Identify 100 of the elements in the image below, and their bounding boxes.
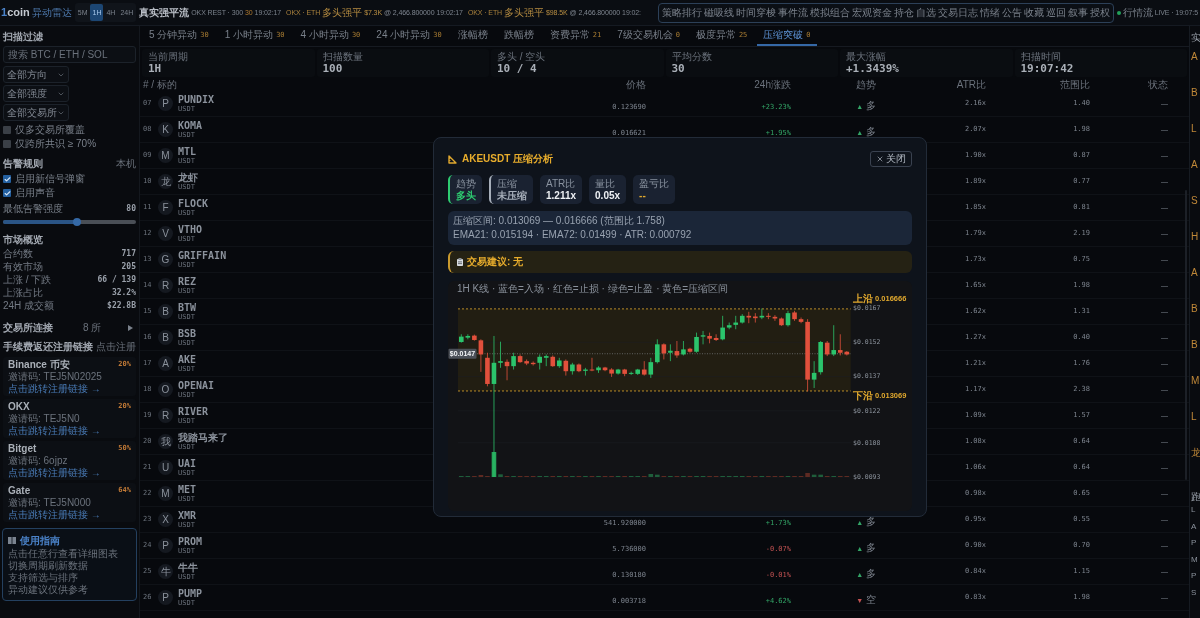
panel-item[interactable]: P: [1191, 538, 1200, 555]
nav-link[interactable]: 宏观资金: [851, 7, 892, 18]
stat-label: 24H 成交额: [3, 300, 55, 311]
checkbox[interactable]: [3, 175, 11, 183]
panel-item[interactable]: L: [1191, 411, 1200, 447]
panel-item[interactable]: L: [1191, 123, 1200, 159]
stat-label: 最大涨幅: [846, 50, 887, 62]
nav-link[interactable]: 磁吸线: [703, 7, 734, 18]
checkbox[interactable]: [3, 189, 11, 197]
panel-item[interactable]: B: [1191, 339, 1200, 375]
tab[interactable]: 跌幅榜: [497, 26, 540, 46]
nav-link[interactable]: 持仓: [893, 7, 914, 18]
metric-label: 趋势: [456, 177, 476, 189]
coin-symbol: XMR: [178, 510, 197, 521]
nav-link[interactable]: 叙事: [1067, 7, 1088, 18]
coin-symbol: FLOCK: [178, 198, 209, 209]
coin-avatar: G: [158, 252, 173, 267]
register-link[interactable]: 点击跳转注册链接 →: [8, 467, 131, 478]
stat-label: 上涨 / 下跌: [3, 274, 52, 285]
dialog-title: AKEUSDT 压缩分析: [462, 154, 554, 164]
panel-heading: 跑: [1191, 491, 1200, 502]
coin-avatar: P: [158, 538, 173, 553]
coin-symbol: AKE: [178, 354, 197, 365]
panel-item[interactable]: A: [1191, 267, 1200, 303]
coin-symbol: 牛牛: [178, 562, 198, 573]
checkbox[interactable]: [3, 126, 11, 134]
coin-symbol: UAI: [178, 458, 197, 469]
coin-symbol: GRIFFAIN: [178, 250, 227, 261]
coin-avatar: X: [158, 512, 173, 527]
column-header: 范围比: [1059, 80, 1090, 90]
ticker-title: 真实强平流: [139, 7, 190, 18]
dropdown[interactable]: 全部强度: [3, 85, 69, 102]
stat-value: 32.2%: [111, 288, 136, 297]
caret-right-icon[interactable]: [128, 325, 133, 331]
slider-thumb[interactable]: [73, 218, 82, 226]
coin-symbol: BTW: [178, 302, 197, 313]
panel-item[interactable]: H: [1191, 231, 1200, 267]
dropdown[interactable]: 全部方向: [3, 66, 69, 83]
section-title: 交易所连接: [3, 323, 53, 333]
coin-symbol: OPENAI: [178, 380, 215, 391]
panel-item[interactable]: S: [1191, 587, 1200, 604]
threshold-value: 80: [126, 205, 136, 213]
panel-item[interactable]: A: [1191, 51, 1200, 87]
nav-link[interactable]: 时间穿梭: [735, 7, 776, 18]
panel-item[interactable]: S: [1191, 195, 1200, 231]
nav-link[interactable]: 策略排行: [661, 7, 702, 18]
register-link[interactable]: 点击跳转注册链接 →: [8, 509, 131, 520]
panel-item[interactable]: P: [1191, 571, 1200, 588]
nav-link[interactable]: 巡回: [1045, 7, 1066, 18]
coin-avatar: M: [158, 486, 173, 501]
panel-item[interactable]: M: [1191, 375, 1200, 411]
coin-symbol: REZ: [178, 276, 197, 287]
metric-label: 盈亏比: [639, 177, 670, 189]
nav-link[interactable]: 事件流: [777, 7, 808, 18]
nav-link[interactable]: 公告: [1001, 7, 1022, 18]
panel-item[interactable]: A: [1191, 159, 1200, 195]
live-label: 行情流: [1122, 7, 1153, 18]
stat-value: 717: [121, 249, 136, 258]
chart-caption: 1H K线 · 蓝色=入场 · 红色=止损 · 绿色=止盈 · 黄色=压缩区间: [456, 282, 730, 293]
stat-label: 扫描时间: [1020, 50, 1062, 62]
stat-value: 1H: [148, 61, 162, 76]
metric-label: 量比: [595, 177, 617, 189]
panel-item[interactable]: L: [1191, 505, 1200, 522]
nav-link[interactable]: 自选: [915, 7, 936, 18]
stat-value: 100: [322, 61, 343, 76]
info-text: EMA21: 0.015194 · EMA72: 0.01499 · ATR: 0.000792: [453, 228, 693, 242]
search-field[interactable]: 搜索 BTC / ETH / SOL: [3, 46, 136, 63]
dropdown[interactable]: 全部交易所: [3, 104, 69, 121]
coin-avatar: K: [158, 122, 173, 137]
panel-item[interactable]: M: [1191, 554, 1200, 571]
nav-link[interactable]: 收藏: [1023, 7, 1044, 18]
nav-link[interactable]: 交易日志: [937, 7, 978, 18]
checkbox-label: 启用声音: [15, 188, 55, 198]
coin-symbol: 我踏马来了: [178, 432, 228, 443]
panel-heading: 实: [1191, 32, 1200, 43]
logo: 1coin: [1, 7, 30, 18]
nav-link[interactable]: 授权: [1089, 7, 1110, 18]
nav-link[interactable]: 模拟组合: [809, 7, 850, 18]
slider-track[interactable]: [3, 220, 136, 224]
panel-item[interactable]: B: [1191, 303, 1200, 339]
checkbox[interactable]: [3, 140, 11, 148]
coin-avatar: R: [158, 408, 173, 423]
panel-item[interactable]: A: [1191, 521, 1200, 538]
exchange-name: Bitget: [8, 443, 37, 454]
register-link[interactable]: 点击跳转注册链接 →: [8, 425, 131, 436]
stat-label: 合约数: [3, 248, 33, 259]
nav-link[interactable]: 情绪: [979, 7, 1000, 18]
invite-code: 邀请码: TEJ5N0: [8, 413, 81, 424]
column-header: 趋势: [855, 80, 877, 90]
panel-item[interactable]: B: [1191, 87, 1200, 123]
stat-label: 有效市场: [3, 261, 43, 272]
register-link[interactable]: 点击跳转注册链接 →: [8, 383, 131, 394]
column-header: # / 标的: [142, 80, 178, 90]
exchange-name: OKX: [8, 401, 30, 412]
close-button[interactable]: 关闭: [870, 151, 912, 167]
metric-value: 未压缩: [497, 189, 527, 202]
tab[interactable]: 涨幅榜: [451, 26, 494, 46]
metric-label: ATR比: [546, 177, 577, 189]
panel-item[interactable]: 龙: [1191, 447, 1200, 483]
coin-avatar: P: [158, 590, 173, 605]
